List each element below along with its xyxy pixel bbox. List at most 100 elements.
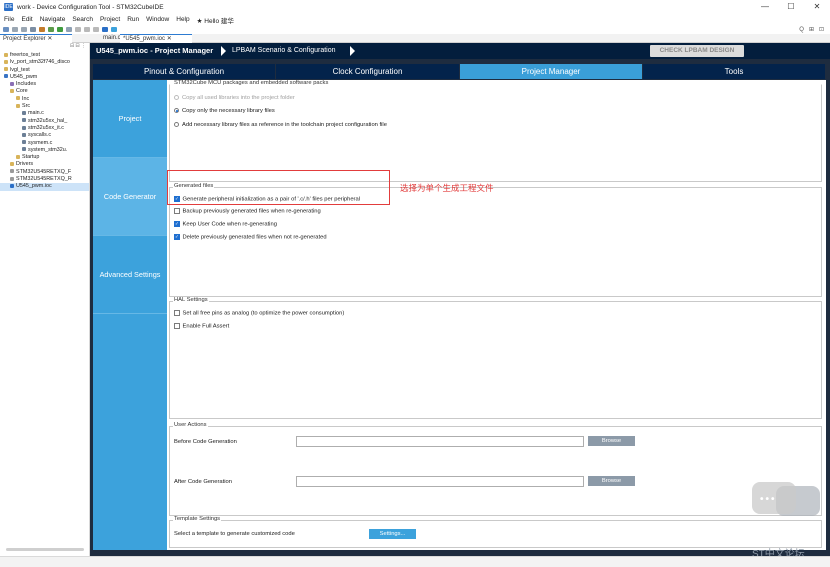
tree-item-label: U545_pwm bbox=[10, 73, 38, 80]
explorer-toolbar[interactable]: ⊟ ⊟ ⋮ bbox=[0, 43, 89, 52]
tree-item-label: lv_port_stm32f746_disco bbox=[10, 59, 70, 66]
tree-item[interactable]: STM32U545RETXQ_R bbox=[0, 176, 89, 183]
search-toolbar-icon[interactable] bbox=[75, 27, 81, 32]
tab-project-explorer[interactable]: Project Explorer ✕ bbox=[0, 34, 72, 43]
back-icon[interactable] bbox=[84, 27, 90, 32]
tree-item[interactable]: main.c bbox=[0, 110, 89, 117]
after-code-generation-label: After Code Generation bbox=[174, 479, 233, 485]
side-nav-code-generator[interactable]: Code Generator bbox=[93, 158, 167, 236]
tree-item[interactable]: lv_port_stm32f746_disco bbox=[0, 59, 89, 66]
menu-navigate[interactable]: Navigate bbox=[40, 16, 66, 23]
tree-item[interactable]: U545_pwm bbox=[0, 74, 89, 81]
search-icon[interactable]: Q bbox=[799, 27, 804, 33]
tab-clock-configuration[interactable]: Clock Configuration bbox=[276, 64, 459, 79]
run-icon[interactable] bbox=[57, 27, 63, 32]
tree-item-label: main.c bbox=[28, 110, 44, 117]
external-tools-icon[interactable] bbox=[66, 27, 72, 32]
radio-button[interactable] bbox=[174, 95, 179, 100]
open-perspective-icon[interactable]: ⊡ bbox=[819, 26, 824, 33]
checkbox[interactable]: ✓ bbox=[174, 221, 180, 227]
tab-tools[interactable]: Tools bbox=[643, 64, 825, 79]
project-tree: freertos_test lv_port_stm32f746_disco lvgl… bbox=[0, 52, 89, 191]
build-icon[interactable] bbox=[30, 27, 36, 32]
menu-search[interactable]: Search bbox=[72, 16, 93, 23]
hammer-icon[interactable] bbox=[39, 27, 45, 32]
breadcrumb-lpbam[interactable]: LPBAM Scenario & Configuration bbox=[232, 43, 336, 59]
checkbox-label: Keep User Code when re-generating bbox=[182, 221, 277, 228]
perspective-icon[interactable]: ⊞ bbox=[809, 26, 814, 33]
after-code-generation-input[interactable] bbox=[296, 476, 584, 487]
menu-window[interactable]: Window bbox=[146, 16, 169, 23]
radio-copy-necessary-libraries[interactable]: Copy only the necessary library files bbox=[174, 108, 275, 114]
tree-item[interactable]: Includes bbox=[0, 81, 89, 88]
side-nav-advanced-settings[interactable]: Advanced Settings bbox=[93, 236, 167, 314]
folder-icon bbox=[10, 89, 14, 94]
minimize-button[interactable]: — bbox=[752, 0, 778, 14]
checkbox-full-assert[interactable]: Enable Full Assert bbox=[174, 323, 229, 329]
before-code-generation-input[interactable] bbox=[296, 436, 584, 447]
checkbox[interactable]: ✓ bbox=[174, 234, 180, 240]
tree-item[interactable]: Src bbox=[0, 103, 89, 110]
project-explorer: ⊟ ⊟ ⋮ freertos_test lv_port_stm32f746_dis… bbox=[0, 43, 90, 556]
tree-item-label: Core bbox=[16, 88, 28, 95]
checkbox[interactable] bbox=[174, 310, 180, 316]
device-config-icon[interactable] bbox=[102, 27, 108, 32]
after-browse-button[interactable]: Browse bbox=[588, 476, 635, 486]
template-settings-button[interactable]: Settings... bbox=[369, 529, 416, 539]
checkbox-backup-files[interactable]: Backup previously generated files when r… bbox=[174, 208, 321, 214]
generate-code-icon[interactable] bbox=[111, 27, 117, 32]
menu-help[interactable]: Help bbox=[176, 16, 189, 23]
project-manager-side-nav: Project Code Generator Advanced Settings bbox=[93, 80, 167, 550]
folder-icon bbox=[4, 52, 8, 57]
app-icon: IDE bbox=[4, 3, 13, 11]
checkbox[interactable] bbox=[174, 323, 180, 329]
close-button[interactable]: ✕ bbox=[804, 0, 830, 14]
tab-pinout-configuration[interactable]: Pinout & Configuration bbox=[93, 64, 275, 79]
tree-item-label: STM32U545RETXQ_R bbox=[16, 176, 72, 183]
tree-item[interactable]: Inc bbox=[0, 96, 89, 103]
menu-file[interactable]: File bbox=[4, 16, 14, 23]
user-greeting[interactable]: ★ Hello 建华 bbox=[197, 15, 234, 25]
breadcrumb-project-manager[interactable]: U545_pwm.ioc - Project Manager bbox=[96, 43, 213, 59]
file-icon bbox=[10, 176, 14, 181]
check-lpbam-button[interactable]: CHECK LPBAM DESIGN bbox=[650, 45, 744, 57]
checkbox[interactable] bbox=[174, 208, 180, 214]
st-forum-watermark: ••• ST中文论坛 bbox=[752, 482, 822, 564]
tree-item[interactable]: Startup bbox=[0, 154, 89, 161]
save-all-icon[interactable] bbox=[21, 27, 27, 32]
save-icon[interactable] bbox=[12, 27, 18, 32]
before-browse-button[interactable]: Browse bbox=[588, 436, 635, 446]
radio-button[interactable] bbox=[174, 108, 179, 113]
radio-copy-all-libraries[interactable]: Copy all used libraries into the project… bbox=[174, 95, 295, 101]
breadcrumb: U545_pwm.ioc - Project Manager LPBAM Sce… bbox=[90, 43, 830, 59]
tree-item-label: Src bbox=[22, 103, 31, 110]
tree-item[interactable]: system_stm32u. bbox=[0, 147, 89, 154]
menu-run[interactable]: Run bbox=[127, 16, 139, 23]
checkbox-keep-user-code[interactable]: ✓ Keep User Code when re-generating bbox=[174, 221, 277, 227]
tree-item[interactable]: STM32U545RETXQ_F bbox=[0, 169, 89, 176]
tree-item[interactable]: U545_pwm.ioc bbox=[0, 183, 89, 191]
tree-item[interactable]: freertos_test bbox=[0, 52, 89, 59]
explorer-scrollbar[interactable] bbox=[6, 548, 84, 551]
tree-item[interactable]: lvgl_test bbox=[0, 67, 89, 74]
checkbox-free-pins-analog[interactable]: Set all free pins as analog (to optimize… bbox=[174, 310, 344, 316]
tree-item-label: system_stm32u. bbox=[28, 146, 68, 153]
tree-item[interactable]: syscalls.c bbox=[0, 132, 89, 139]
radio-button[interactable] bbox=[174, 122, 179, 127]
radio-add-library-reference[interactable]: Add necessary library files as reference… bbox=[174, 122, 387, 128]
debug-icon[interactable] bbox=[48, 27, 54, 32]
tree-item[interactable]: Drivers bbox=[0, 161, 89, 168]
tree-item[interactable]: stm32u5xx_hal_ bbox=[0, 118, 89, 125]
tree-item[interactable]: stm32u5xx_it.c bbox=[0, 125, 89, 132]
tree-item[interactable]: Core bbox=[0, 88, 89, 95]
menu-project[interactable]: Project bbox=[100, 16, 120, 23]
tab-project-manager[interactable]: Project Manager bbox=[460, 64, 642, 79]
menu-edit[interactable]: Edit bbox=[21, 16, 32, 23]
tree-item[interactable]: sysmem.c bbox=[0, 140, 89, 147]
maximize-button[interactable]: ☐ bbox=[778, 0, 804, 14]
forward-icon[interactable] bbox=[93, 27, 99, 32]
tab-u545-ioc[interactable]: *U545_pwm.ioc ✕ bbox=[120, 34, 192, 43]
checkbox-delete-previous-files[interactable]: ✓ Delete previously generated files when … bbox=[174, 234, 327, 240]
side-nav-project[interactable]: Project bbox=[93, 80, 167, 158]
new-icon[interactable] bbox=[3, 27, 9, 32]
